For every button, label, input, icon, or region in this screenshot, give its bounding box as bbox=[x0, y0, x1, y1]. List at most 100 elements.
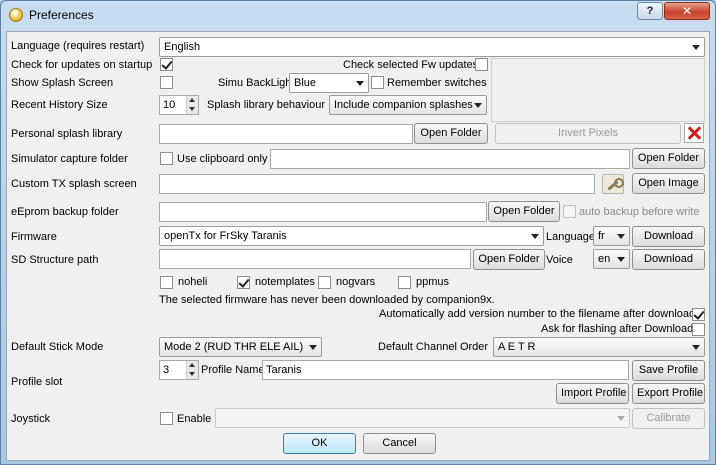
option-notemplates-checkbox[interactable] bbox=[237, 276, 250, 289]
chevron-down-icon bbox=[692, 345, 700, 350]
remember-switches-checkbox[interactable] bbox=[371, 76, 384, 89]
chevron-down-icon bbox=[617, 257, 625, 262]
clear-splash-icon[interactable] bbox=[684, 123, 704, 143]
joystick-enable-label: Enable bbox=[177, 413, 212, 425]
splash-behaviour-label: Splash library behaviour bbox=[207, 99, 326, 111]
close-button[interactable]: ✕ bbox=[664, 2, 710, 20]
option-notemplates-label: notemplates bbox=[255, 276, 315, 288]
check-updates-label: Check for updates on startup bbox=[11, 59, 153, 71]
option-ppmus-label: ppmus bbox=[416, 276, 450, 288]
invert-pixels-button[interactable]: Invert Pixels bbox=[495, 123, 681, 144]
joystick-select[interactable] bbox=[215, 408, 630, 428]
language-select[interactable]: English bbox=[159, 37, 705, 57]
channel-order-select[interactable]: A E T R bbox=[493, 337, 705, 357]
profile-slot-spinbox[interactable]: 3 bbox=[159, 360, 199, 380]
app-icon bbox=[9, 8, 23, 22]
backlight-label: Simu BackLight bbox=[218, 77, 295, 89]
export-profile-button[interactable]: Export Profile bbox=[632, 383, 705, 404]
show-splash-checkbox[interactable] bbox=[160, 76, 173, 89]
option-nogvars-checkbox[interactable] bbox=[318, 276, 331, 289]
spin-down-icon[interactable] bbox=[186, 105, 198, 114]
preferences-panel: Language (requires restart) English Chec… bbox=[6, 31, 710, 461]
stick-mode-select[interactable]: Mode 2 (RUD THR ELE AIL) bbox=[159, 337, 322, 357]
sim-capture-open-button[interactable]: Open Folder bbox=[632, 148, 705, 169]
chevron-down-icon bbox=[474, 103, 482, 108]
ask-flash-checkbox[interactable] bbox=[692, 323, 705, 336]
sim-capture-input[interactable] bbox=[270, 149, 630, 169]
calibrate-button[interactable]: Calibrate bbox=[632, 408, 705, 429]
auto-backup-checkbox[interactable] bbox=[563, 205, 576, 218]
splash-behaviour-select[interactable]: Include companion splashes bbox=[329, 95, 487, 115]
language-value: English bbox=[164, 41, 201, 53]
fw-language-value: fr bbox=[598, 230, 605, 242]
wrench-icon[interactable] bbox=[602, 174, 624, 194]
language-label: Language (requires restart) bbox=[11, 40, 145, 52]
custom-tx-label: Custom TX splash screen bbox=[11, 178, 137, 190]
sd-open-button[interactable]: Open Folder bbox=[473, 249, 545, 270]
check-updates-checkbox[interactable] bbox=[160, 58, 173, 71]
fw-language-select[interactable]: fr bbox=[593, 226, 630, 246]
profile-slot-value: 3 bbox=[163, 364, 170, 376]
help-button[interactable]: ? bbox=[637, 2, 663, 20]
history-size-value: 10 bbox=[163, 99, 176, 111]
chevron-down-icon bbox=[531, 234, 539, 239]
auto-version-label: Automatically add version number to the … bbox=[379, 308, 696, 320]
joystick-enable-checkbox[interactable] bbox=[160, 412, 173, 425]
check-fw-checkbox[interactable] bbox=[475, 58, 488, 71]
voice-value: en bbox=[598, 253, 611, 265]
use-clipboard-label: Use clipboard only bbox=[177, 153, 268, 165]
import-profile-button[interactable]: Import Profile bbox=[556, 383, 629, 404]
spin-up-icon[interactable] bbox=[186, 96, 198, 105]
auto-backup-label: auto backup before write bbox=[579, 206, 700, 218]
personal-splash-open-button[interactable]: Open Folder bbox=[414, 123, 488, 144]
check-fw-label: Check selected Fw updates bbox=[343, 59, 479, 71]
voice-label: Voice bbox=[546, 254, 573, 266]
firmware-value: openTx for FrSky Taranis bbox=[164, 230, 287, 242]
option-nogvars-label: nogvars bbox=[336, 276, 376, 288]
splash-behaviour-value: Include companion splashes bbox=[334, 99, 473, 111]
personal-splash-input[interactable] bbox=[159, 124, 413, 144]
option-noheli-checkbox[interactable] bbox=[160, 276, 173, 289]
history-size-label: Recent History Size bbox=[11, 99, 108, 111]
profile-slot-label: Profile slot bbox=[11, 376, 63, 388]
eeprom-folder-label: eEprom backup folder bbox=[11, 206, 119, 218]
eeprom-folder-input[interactable] bbox=[159, 202, 487, 222]
save-profile-button[interactable]: Save Profile bbox=[632, 360, 705, 381]
window-title: Preferences bbox=[29, 8, 94, 22]
sim-capture-label: Simulator capture folder bbox=[11, 153, 128, 165]
backlight-value: Blue bbox=[294, 77, 317, 89]
option-noheli-label: noheli bbox=[178, 276, 208, 288]
firmware-download-button[interactable]: Download bbox=[632, 226, 705, 247]
voice-select[interactable]: en bbox=[593, 249, 630, 269]
auto-version-checkbox[interactable] bbox=[692, 308, 705, 321]
spin-down-icon[interactable] bbox=[186, 370, 198, 379]
title-bar[interactable]: Preferences ? ✕ bbox=[1, 1, 715, 29]
history-size-spinbox[interactable]: 10 bbox=[159, 95, 199, 115]
voice-download-button[interactable]: Download bbox=[632, 249, 705, 270]
channel-order-label: Default Channel Order bbox=[378, 341, 489, 353]
sd-path-label: SD Structure path bbox=[11, 254, 99, 266]
cancel-button[interactable]: Cancel bbox=[363, 433, 436, 454]
eeprom-open-button[interactable]: Open Folder bbox=[488, 201, 560, 222]
ok-button[interactable]: OK bbox=[283, 433, 356, 454]
joystick-label: Joystick bbox=[11, 413, 51, 425]
personal-splash-label: Personal splash library bbox=[11, 128, 123, 140]
spin-up-icon[interactable] bbox=[186, 361, 198, 370]
chevron-down-icon bbox=[617, 416, 625, 421]
firmware-label: Firmware bbox=[11, 231, 57, 243]
use-clipboard-checkbox[interactable] bbox=[160, 152, 173, 165]
channel-order-value: A E T R bbox=[498, 341, 536, 353]
show-splash-label: Show Splash Screen bbox=[11, 77, 114, 89]
fw-language-label: Language bbox=[546, 231, 595, 243]
chevron-down-icon bbox=[692, 45, 700, 50]
profile-name-label: Profile Name bbox=[201, 364, 265, 376]
ask-flash-label: Ask for flashing after Download bbox=[541, 323, 694, 335]
backlight-select[interactable]: Blue bbox=[289, 73, 369, 93]
firmware-select[interactable]: openTx for FrSky Taranis bbox=[159, 226, 544, 246]
custom-tx-input[interactable] bbox=[159, 174, 595, 194]
option-ppmus-checkbox[interactable] bbox=[398, 276, 411, 289]
profile-name-input[interactable]: Taranis bbox=[262, 360, 629, 380]
open-image-button[interactable]: Open Image bbox=[632, 173, 705, 194]
stick-mode-value: Mode 2 (RUD THR ELE AIL) bbox=[164, 341, 304, 353]
sd-path-input[interactable] bbox=[159, 249, 471, 269]
